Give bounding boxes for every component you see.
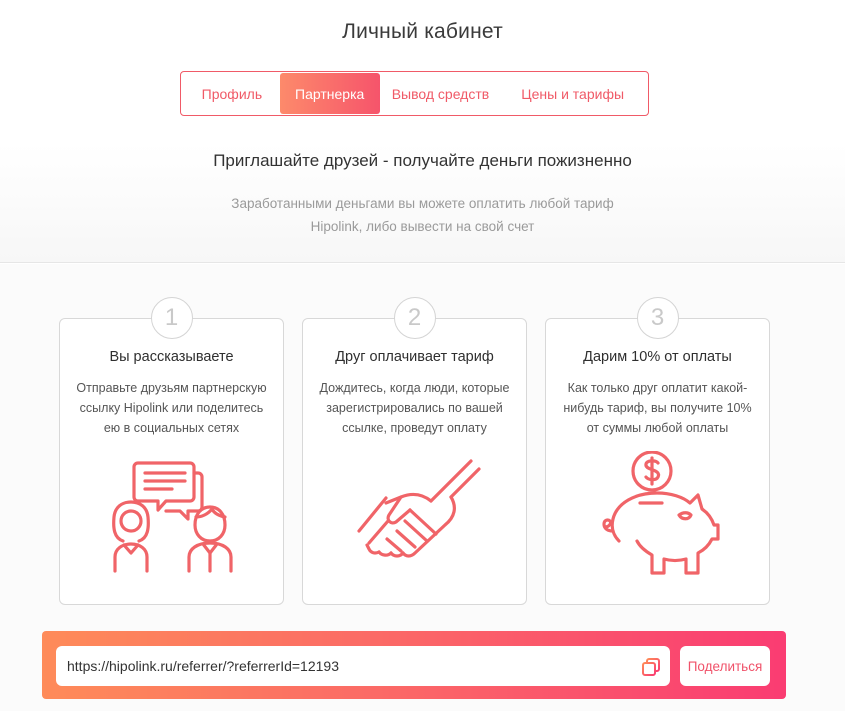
tab-bar: Профиль Партнерка Вывод средств Цены и т… bbox=[180, 71, 649, 116]
hero-subtitle-line2: Hipolink, либо вывести на свой счет bbox=[310, 219, 535, 234]
step-number-1: 1 bbox=[150, 297, 193, 339]
handshake-icon bbox=[357, 459, 481, 558]
step-card-3: 3 Дарим 10% от оплаты Как только друг оп… bbox=[545, 297, 770, 605]
hero-subtitle: Заработанными деньгами вы можете оплатит… bbox=[0, 192, 845, 238]
step-text-1: Отправьте друзьям партнерскую ссылку Hip… bbox=[70, 378, 273, 438]
step-card-2: 2 Друг оплачивает тариф Дождитесь, когда… bbox=[302, 297, 527, 605]
step-number-2: 2 bbox=[393, 297, 436, 339]
referral-bar: https://hipolink.ru/referrer/?referrerId… bbox=[42, 631, 786, 699]
step-title-2: Друг оплачивает тариф bbox=[335, 349, 494, 365]
step-text-1-line1: Отправьте друзьям партнерскую bbox=[76, 381, 267, 395]
hero-subtitle-line1: Заработанными деньгами вы можете оплатит… bbox=[231, 196, 614, 211]
step-title-3: Дарим 10% от оплаты bbox=[583, 349, 732, 365]
step-title-1: Вы рассказываете bbox=[109, 349, 234, 365]
copy-icon[interactable] bbox=[641, 657, 661, 677]
hero-section: Приглашайте друзей - получайте деньги по… bbox=[0, 143, 845, 263]
tab-withdraw[interactable]: Вывод средств bbox=[380, 73, 502, 114]
step-text-3-line1: Как только друг оплатит какой- bbox=[567, 381, 748, 395]
step-text-2: Дождитесь, когда люди, которые зарегистр… bbox=[313, 378, 516, 438]
step-text-3-line2: нибудь тариф, вы получите 10% bbox=[563, 401, 752, 415]
step-text-2-line2: зарегистрировались по вашей bbox=[326, 401, 503, 415]
step-text-3-line3: от суммы любой оплаты bbox=[586, 421, 729, 435]
page-title: Личный кабинет bbox=[342, 20, 503, 43]
step-text-1-line2: ссылку Hipolink или поделитесь bbox=[79, 401, 264, 415]
step-number-3: 3 bbox=[636, 297, 679, 339]
step-card-1: 1 Вы рассказываете Отправьте друзьям пар… bbox=[59, 297, 284, 605]
tab-partner[interactable]: Партнерка bbox=[279, 73, 380, 114]
steps-section: 1 Вы рассказываете Отправьте друзьям пар… bbox=[0, 264, 845, 711]
referral-link-text: https://hipolink.ru/referrer/?referrerId… bbox=[67, 658, 339, 674]
step-text-1-line3: ею в социальных сетях bbox=[103, 421, 240, 435]
tab-pricing[interactable]: Цены и тарифы bbox=[501, 73, 644, 114]
share-button[interactable]: Поделиться bbox=[680, 646, 770, 686]
step-text-3: Как только друг оплатит какой- нибудь та… bbox=[556, 378, 759, 438]
hero-title: Приглашайте друзей - получайте деньги по… bbox=[213, 151, 632, 170]
step-text-2-line1: Дождитесь, когда люди, которые bbox=[319, 381, 510, 395]
piggy-bank-icon bbox=[602, 451, 720, 575]
people-chat-icon bbox=[112, 461, 233, 573]
step-text-2-line3: ссылке, проведут оплату bbox=[342, 421, 487, 435]
referral-link-input[interactable]: https://hipolink.ru/referrer/?referrerId… bbox=[56, 646, 670, 686]
tab-profile[interactable]: Профиль bbox=[184, 73, 280, 114]
